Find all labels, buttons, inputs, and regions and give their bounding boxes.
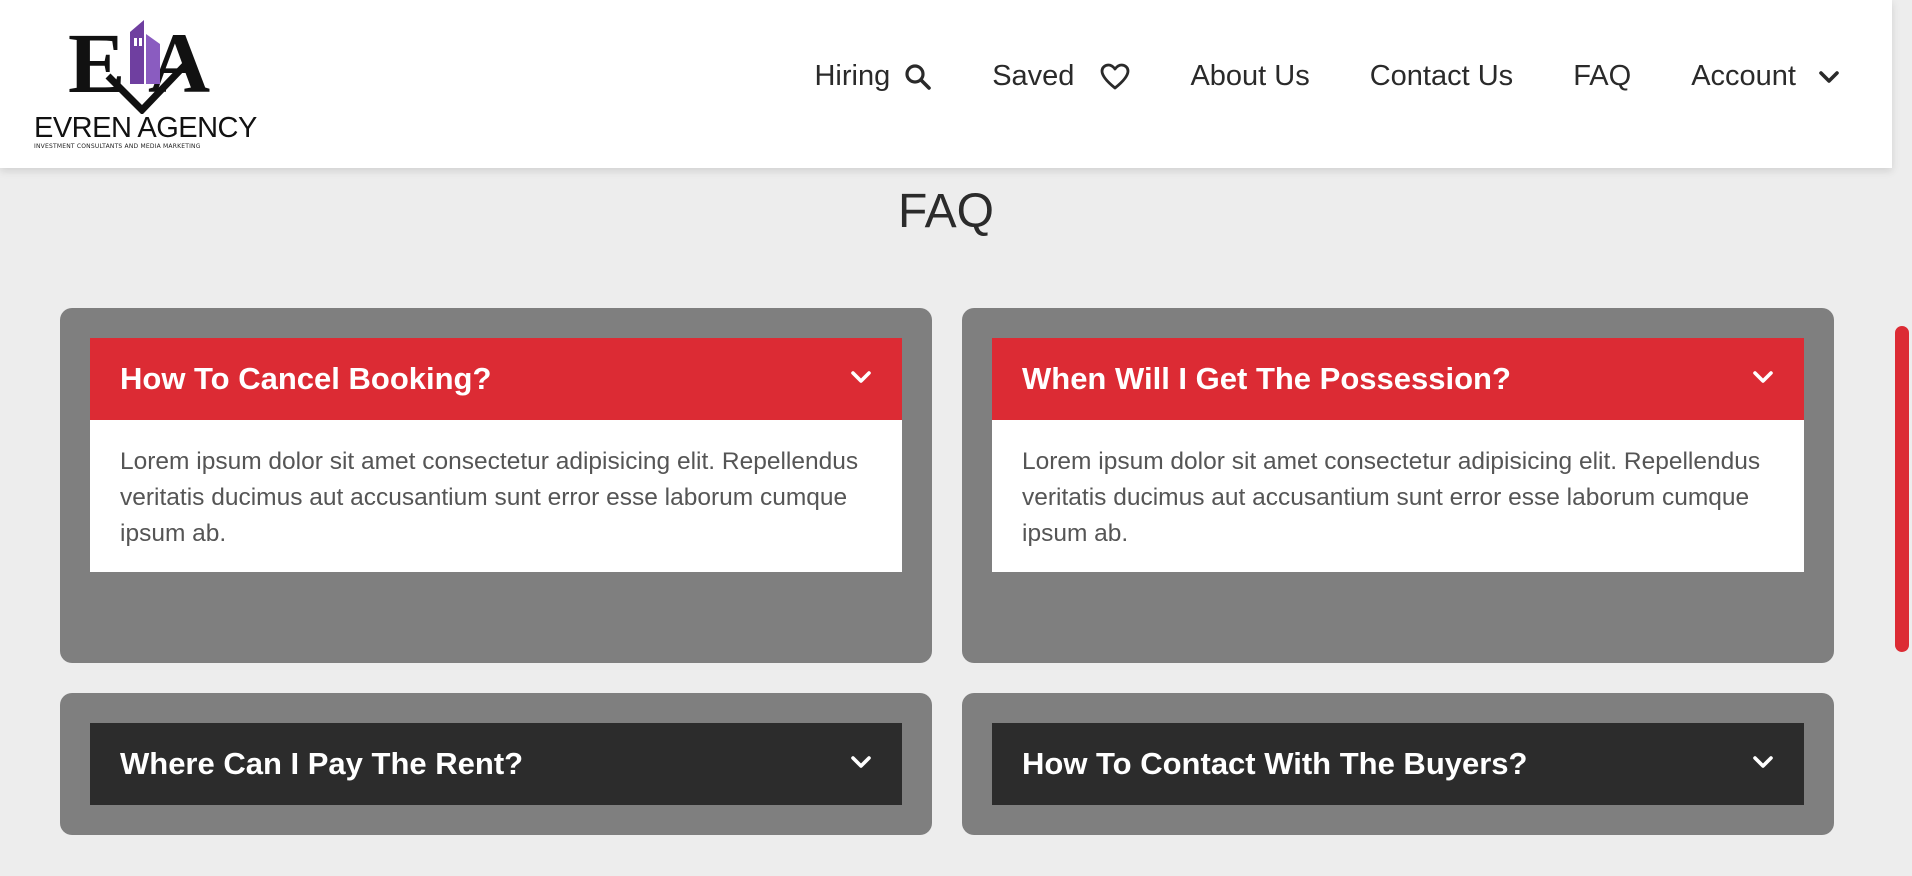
nav-account-label: Account [1691,60,1796,92]
chevron-down-icon [850,755,872,774]
faq-card: How To Contact With The Buyers? [962,693,1834,835]
faq-card: When Will I Get The Possession? Lorem ip… [962,308,1834,663]
faq-question-header[interactable]: Where Can I Pay The Rent? [90,723,902,805]
nav-account[interactable]: Account [1691,60,1840,93]
chevron-down-icon [1752,370,1774,389]
nav-saved-label: Saved [992,60,1075,92]
nav-faq-label: FAQ [1573,60,1632,92]
faq-card: How To Cancel Booking? Lorem ipsum dolor… [60,308,932,663]
page-scrollbar[interactable] [1892,0,1912,876]
search-icon [904,63,932,91]
faq-question: How To Contact With The Buyers? [1022,746,1528,781]
faq-question-header[interactable]: When Will I Get The Possession? [992,338,1804,420]
faq-question: When Will I Get The Possession? [1022,361,1511,396]
chevron-down-icon [1752,755,1774,774]
nav-faq[interactable]: FAQ [1573,60,1631,93]
faq-answer: Lorem ipsum dolor sit amet consectetur a… [992,420,1804,572]
nav-about-us-label: About Us [1190,60,1310,92]
faq-question: How To Cancel Booking? [120,361,492,396]
scrollbar-thumb[interactable] [1895,326,1909,652]
site-header: E A EVREN AGENCY INVESTMENT CONSULTANTS … [0,0,1892,168]
nav-hiring-label: Hiring [814,60,891,92]
chevron-down-icon [850,370,872,389]
nav-about-us[interactable]: About Us [1190,60,1309,93]
nav-hiring[interactable]: Hiring [814,60,932,93]
brand-logo[interactable]: E A EVREN AGENCY INVESTMENT CONSULTANTS … [30,14,260,152]
nav-contact-us[interactable]: Contact Us [1370,60,1513,93]
faq-question-header[interactable]: How To Contact With The Buyers? [992,723,1804,805]
faq-card: Where Can I Pay The Rent? [60,693,932,835]
faq-question-header[interactable]: How To Cancel Booking? [90,338,902,420]
faq-answer: Lorem ipsum dolor sit amet consectetur a… [90,420,902,572]
logo-mark-icon: E A [68,15,210,114]
brand-tagline: INVESTMENT CONSULTANTS AND MEDIA MARKETI… [34,143,201,150]
brand-name: EVREN AGENCY [34,112,257,144]
heart-icon [1100,63,1130,91]
faq-question: Where Can I Pay The Rent? [120,746,524,781]
main-nav: Hiring Saved About Us Contact Us FAQ Acc… [754,60,1840,93]
svg-text:E: E [68,15,125,111]
page-title: FAQ [897,185,995,238]
nav-contact-us-label: Contact Us [1369,60,1514,92]
chevron-down-icon [1818,70,1840,84]
nav-saved[interactable]: Saved [992,60,1130,93]
